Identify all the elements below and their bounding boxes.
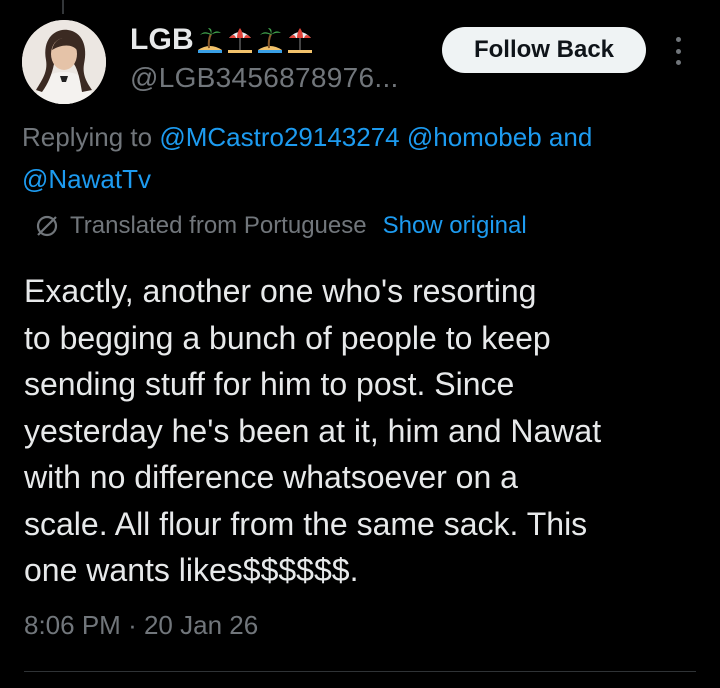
avatar-image xyxy=(22,20,106,104)
replying-to: Replying to @MCastro29143274 @homobeb an… xyxy=(22,116,702,200)
display-name[interactable]: LGB xyxy=(130,22,399,58)
thread-connector-line xyxy=(62,0,64,14)
tweet-header: LGB @LGB3456878976... Follow Back xyxy=(22,16,702,106)
tweet-text: Exactly, another one who's resorting to … xyxy=(24,273,602,588)
tweet-date[interactable]: 20 Jan 26 xyxy=(144,610,258,640)
mention-link[interactable]: @homobeb xyxy=(407,122,542,152)
translated-label: Translated from Portuguese xyxy=(70,212,367,239)
more-dot xyxy=(675,60,681,65)
beach-umbrella-emoji xyxy=(287,28,312,53)
mention-link[interactable]: @MCastro29143274 xyxy=(159,122,399,152)
timestamp-separator: · xyxy=(128,610,137,640)
avatar[interactable] xyxy=(22,20,106,104)
show-original-link[interactable]: Show original xyxy=(383,212,527,240)
display-name-text: LGB xyxy=(130,23,194,56)
follow-back-button[interactable]: Follow Back xyxy=(442,27,646,73)
divider xyxy=(24,671,696,672)
tweet-timestamp: 8:06 PM · 20 Jan 26 xyxy=(24,610,258,641)
globe-icon xyxy=(36,215,58,237)
replying-prefix: Replying to xyxy=(22,122,153,152)
more-options-icon[interactable] xyxy=(668,34,688,68)
author-names: LGB @LGB3456878976... xyxy=(130,22,399,94)
translation-bar: Translated from Portuguese Show original xyxy=(34,208,527,244)
replying-joiner: and xyxy=(548,122,593,152)
beach-umbrella-emoji xyxy=(227,28,252,53)
mention-link[interactable]: @NawatTv xyxy=(22,164,151,194)
more-dot xyxy=(675,48,681,54)
desert-island-emoji xyxy=(257,28,282,53)
author-handle[interactable]: @LGB3456878976... xyxy=(130,62,399,94)
tweet-time[interactable]: 8:06 PM xyxy=(24,610,121,640)
more-dot xyxy=(675,37,681,42)
desert-island-emoji xyxy=(197,28,222,53)
